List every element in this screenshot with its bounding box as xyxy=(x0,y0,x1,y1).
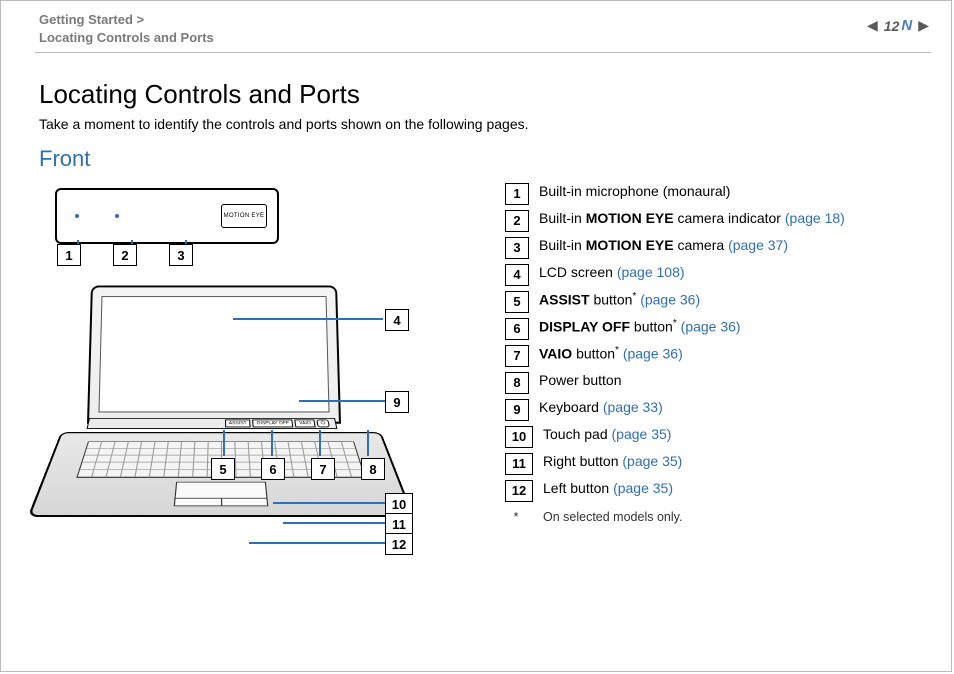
footnote-text: On selected models only. xyxy=(543,510,682,524)
lead-line xyxy=(249,542,385,544)
callout-6: 6 xyxy=(261,458,285,480)
callout-2: 2 xyxy=(113,244,137,266)
diagram-inset: MOTION EYE xyxy=(55,188,279,244)
legend-item-8: 8 Power button xyxy=(505,371,929,394)
legend-text-5: ASSIST button* (page 36) xyxy=(539,290,700,310)
power-button-icon: ⏻ xyxy=(316,420,330,428)
front-diagram: MOTION EYE 1 2 3 ASSIST DISPLAY OFF VAIO xyxy=(39,182,479,562)
lead-line xyxy=(299,400,385,402)
laptop-screen xyxy=(87,286,341,424)
legend-text-3: Built-in MOTION EYE camera (page 37) xyxy=(539,236,788,255)
callout-11: 11 xyxy=(505,453,533,475)
section-title-front: Front xyxy=(39,146,929,172)
footnote-star-icon: * xyxy=(505,510,527,524)
breadcrumb-line2: Locating Controls and Ports xyxy=(39,29,214,47)
page-link-35a[interactable]: (page 35) xyxy=(612,426,672,442)
legend-text-7: VAIO button* (page 36) xyxy=(539,344,683,364)
breadcrumb: Getting Started > Locating Controls and … xyxy=(39,11,214,46)
lead-line xyxy=(223,430,225,456)
lead-line xyxy=(271,430,273,456)
page-link-35c[interactable]: (page 35) xyxy=(613,480,673,496)
legend-text-2: Built-in MOTION EYE camera indicator (pa… xyxy=(539,209,845,228)
callout-10: 10 xyxy=(385,493,413,515)
callout-3: 3 xyxy=(169,244,193,266)
callout-3: 3 xyxy=(505,237,529,259)
page-link-108[interactable]: (page 108) xyxy=(617,264,685,280)
page-title: Locating Controls and Ports xyxy=(39,79,929,110)
assist-button-icon: ASSIST xyxy=(225,420,251,428)
inset-camera-icon: MOTION EYE xyxy=(221,204,267,228)
callout-8: 8 xyxy=(361,458,385,480)
legend-item-9: 9 Keyboard (page 33) xyxy=(505,398,929,421)
page-nav: ◀ 12 N ▶ xyxy=(867,17,929,34)
legend-text-6: DISPLAY OFF button* (page 36) xyxy=(539,317,741,337)
legend-item-3: 3 Built-in MOTION EYE camera (page 37) xyxy=(505,236,929,259)
page-link-37[interactable]: (page 37) xyxy=(728,237,788,253)
callout-6: 6 xyxy=(505,318,529,340)
legend-item-6: 6 DISPLAY OFF button* (page 36) xyxy=(505,317,929,340)
legend-text-1: Built-in microphone (monaural) xyxy=(539,182,730,201)
legend-item-12: 12 Left button (page 35) xyxy=(505,479,929,502)
callout-1: 1 xyxy=(505,183,529,205)
callout-2: 2 xyxy=(505,210,529,232)
inset-indicator-dot-icon xyxy=(115,214,119,218)
legend-text-11: Right button (page 35) xyxy=(543,452,682,471)
legend-item-5: 5 ASSIST button* (page 36) xyxy=(505,290,929,313)
legend: 1 Built-in microphone (monaural) 2 Built… xyxy=(505,182,929,524)
callout-12: 12 xyxy=(385,533,413,555)
callout-5: 5 xyxy=(211,458,235,480)
callout-11: 11 xyxy=(385,513,413,535)
laptop-hinge-strip: ASSIST DISPLAY OFF VAIO ⏻ xyxy=(87,418,338,429)
callout-9: 9 xyxy=(505,399,529,421)
page-link-36b[interactable]: (page 36) xyxy=(677,319,741,335)
callout-4: 4 xyxy=(385,309,409,331)
legend-item-2: 2 Built-in MOTION EYE camera indicator (… xyxy=(505,209,929,232)
legend-item-10: 10 Touch pad (page 35) xyxy=(505,425,929,448)
callout-10: 10 xyxy=(505,426,533,448)
lead-line xyxy=(233,318,383,320)
lead-line xyxy=(273,502,385,504)
callout-7: 7 xyxy=(311,458,335,480)
page-number: 12 xyxy=(884,18,900,34)
callout-7: 7 xyxy=(505,345,529,367)
callout-9: 9 xyxy=(385,391,409,413)
legend-item-11: 11 Right button (page 35) xyxy=(505,452,929,475)
inset-mic-dot-icon xyxy=(75,214,79,218)
callout-1: 1 xyxy=(57,244,81,266)
display-off-button-icon: DISPLAY OFF xyxy=(252,420,293,428)
legend-item-7: 7 VAIO button* (page 36) xyxy=(505,344,929,367)
intro-text: Take a moment to identify the controls a… xyxy=(39,116,929,132)
legend-text-10: Touch pad (page 35) xyxy=(543,425,671,444)
legend-text-4: LCD screen (page 108) xyxy=(539,263,685,282)
legend-item-1: 1 Built-in microphone (monaural) xyxy=(505,182,929,205)
page-link-33[interactable]: (page 33) xyxy=(603,399,663,415)
callout-8: 8 xyxy=(505,372,529,394)
callout-12: 12 xyxy=(505,480,533,502)
nav-n-icon: N xyxy=(901,17,912,34)
page-link-35b[interactable]: (page 35) xyxy=(622,453,682,469)
lead-line xyxy=(367,430,369,456)
legend-text-12: Left button (page 35) xyxy=(543,479,673,498)
legend-text-8: Power button xyxy=(539,371,622,390)
footnote: * On selected models only. xyxy=(505,510,929,524)
legend-text-9: Keyboard (page 33) xyxy=(539,398,663,417)
callout-4: 4 xyxy=(505,264,529,286)
callout-5: 5 xyxy=(505,291,529,313)
next-page-arrow-icon[interactable]: ▶ xyxy=(918,17,929,34)
lead-line xyxy=(319,430,321,456)
hinge-callouts: 5 6 7 8 xyxy=(211,458,385,480)
inset-callouts: 1 2 3 xyxy=(57,244,193,266)
page-link-36a[interactable]: (page 36) xyxy=(636,292,700,308)
legend-item-4: 4 LCD screen (page 108) xyxy=(505,263,929,286)
laptop-drawing: ASSIST DISPLAY OFF VAIO ⏻ xyxy=(53,282,393,532)
prev-page-arrow-icon[interactable]: ◀ xyxy=(867,17,878,34)
lead-line xyxy=(283,522,385,524)
breadcrumb-line1: Getting Started > xyxy=(39,11,214,29)
page-link-18[interactable]: (page 18) xyxy=(785,210,845,226)
laptop-touchpad-icon xyxy=(174,482,269,507)
laptop-screen-inner xyxy=(98,296,329,412)
page-link-36c[interactable]: (page 36) xyxy=(619,346,683,362)
vaio-button-icon: VAIO xyxy=(295,420,316,428)
